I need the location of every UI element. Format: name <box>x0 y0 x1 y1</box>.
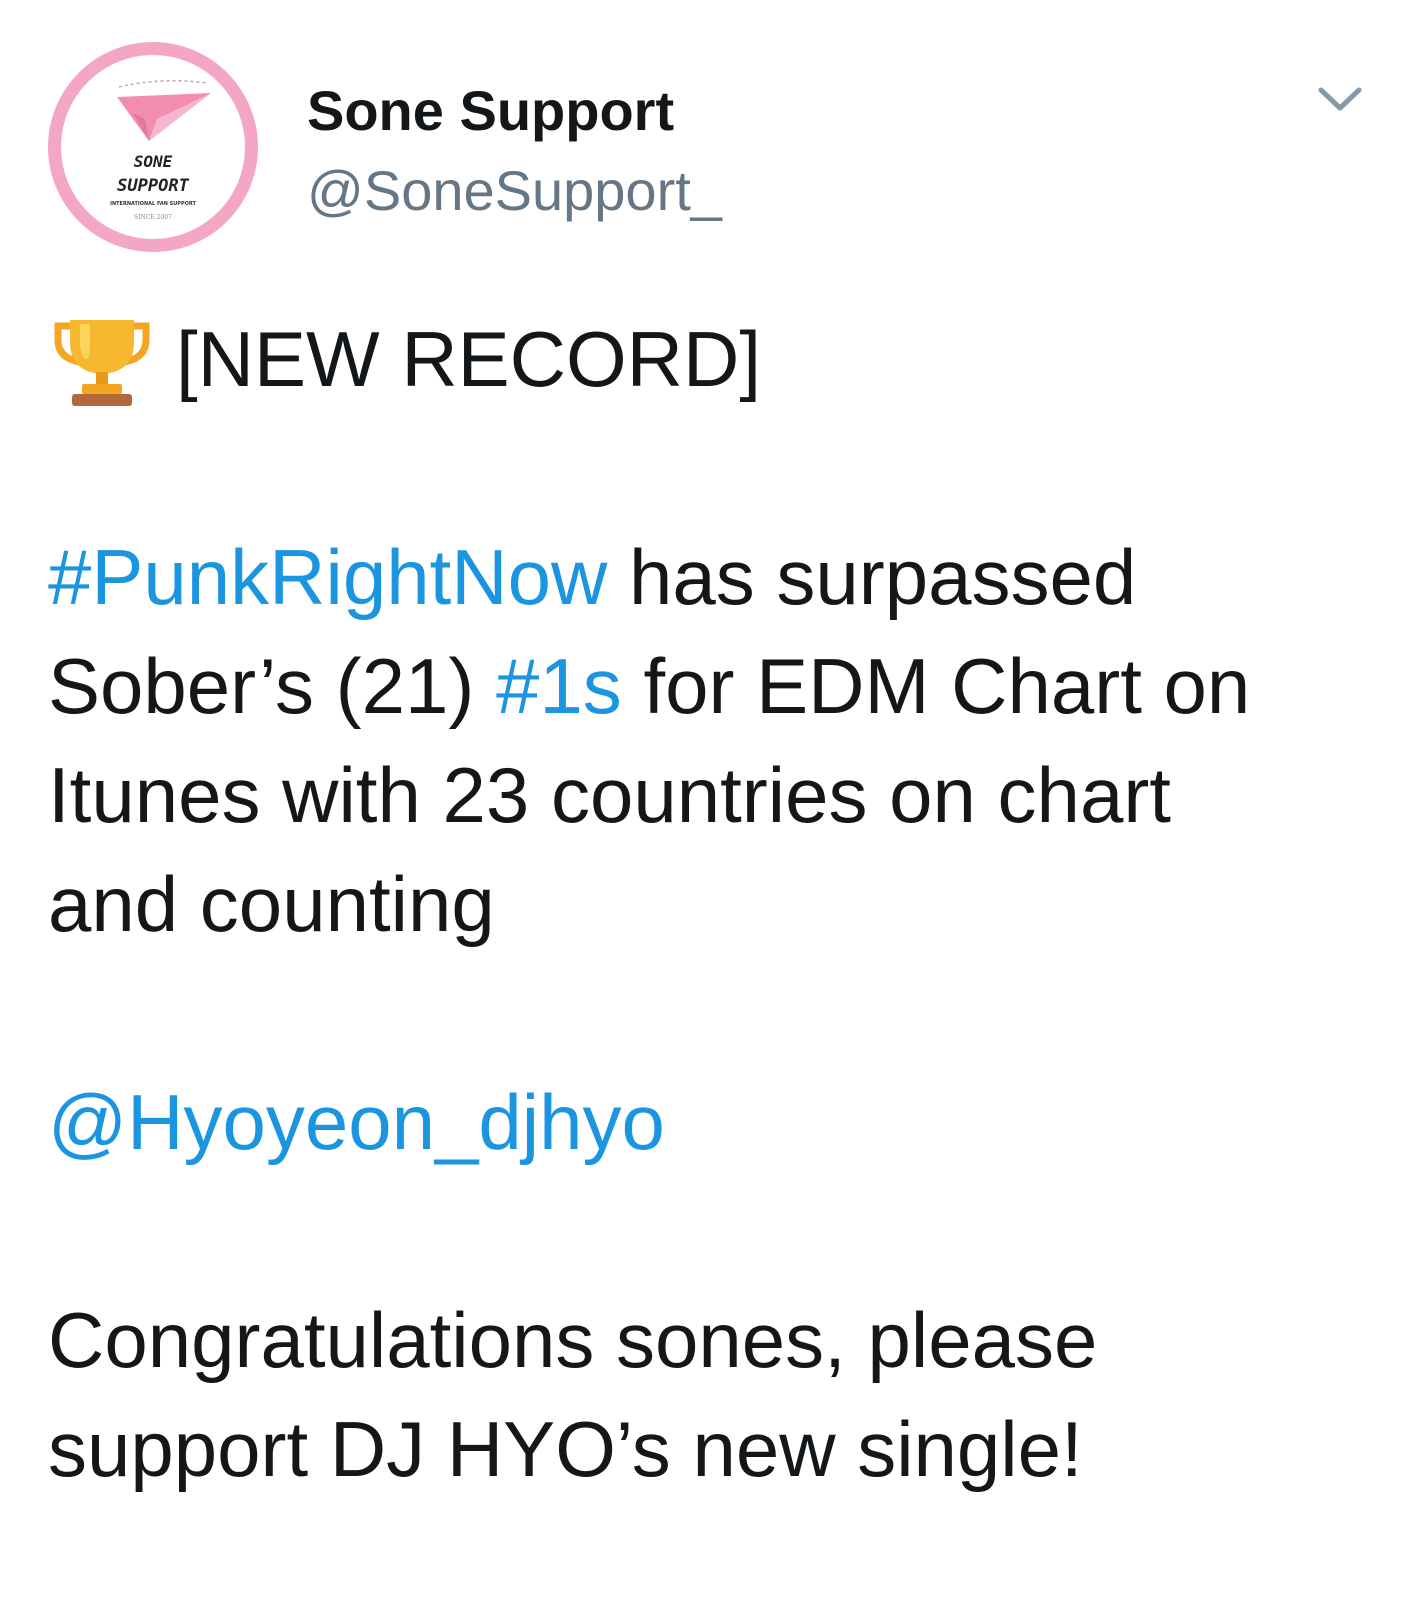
mention-hyoyeon[interactable]: @Hyoyeon_djhyo <box>48 1078 665 1166</box>
hashtag-punkrightnow[interactable]: #PunkRightNow <box>48 533 607 621</box>
tweet: SONE SUPPORT INTERNATIONAL FAN SUPPORT S… <box>0 0 1415 1605</box>
hashtag-1s[interactable]: #1s <box>496 642 622 730</box>
display-name[interactable]: Sone Support <box>307 78 674 144</box>
text-line: support DJ HYO’s new single! <box>48 1405 1083 1493</box>
logo-line2: SUPPORT <box>117 176 189 196</box>
text-line: #PunkRightNow has surpassed <box>48 523 1378 632</box>
logo-line1: SONE <box>134 152 173 171</box>
tweet-text: [NEW RECORD] #PunkRightNow has surpassed… <box>48 305 1378 1504</box>
chevron-down-icon[interactable] <box>1315 80 1365 118</box>
logo-line4: SINCE 2007 <box>134 214 172 221</box>
text-line: Congratulations sones, please <box>48 1296 1098 1384</box>
user-handle[interactable]: @SoneSupport_ <box>307 158 722 224</box>
avatar[interactable]: SONE SUPPORT INTERNATIONAL FAN SUPPORT S… <box>48 42 258 252</box>
trophy-icon <box>54 319 150 406</box>
record-heading: [NEW RECORD] <box>48 305 1378 414</box>
text-line: and counting <box>48 860 495 948</box>
text-segment: for EDM Chart on <box>621 642 1251 730</box>
record-label: [NEW RECORD] <box>176 315 761 403</box>
sone-support-logo: SONE SUPPORT INTERNATIONAL FAN SUPPORT S… <box>110 80 211 221</box>
text-line: Itunes with 23 countries on chart <box>48 751 1171 839</box>
text-line: @Hyoyeon_djhyo <box>48 1068 1378 1177</box>
text-line: Sober’s (21) #1s for EDM Chart on <box>48 632 1378 741</box>
text-segment: has surpassed <box>607 533 1137 621</box>
logo-line3: INTERNATIONAL FAN SUPPORT <box>110 201 196 207</box>
text-segment: Sober’s (21) <box>48 642 497 730</box>
